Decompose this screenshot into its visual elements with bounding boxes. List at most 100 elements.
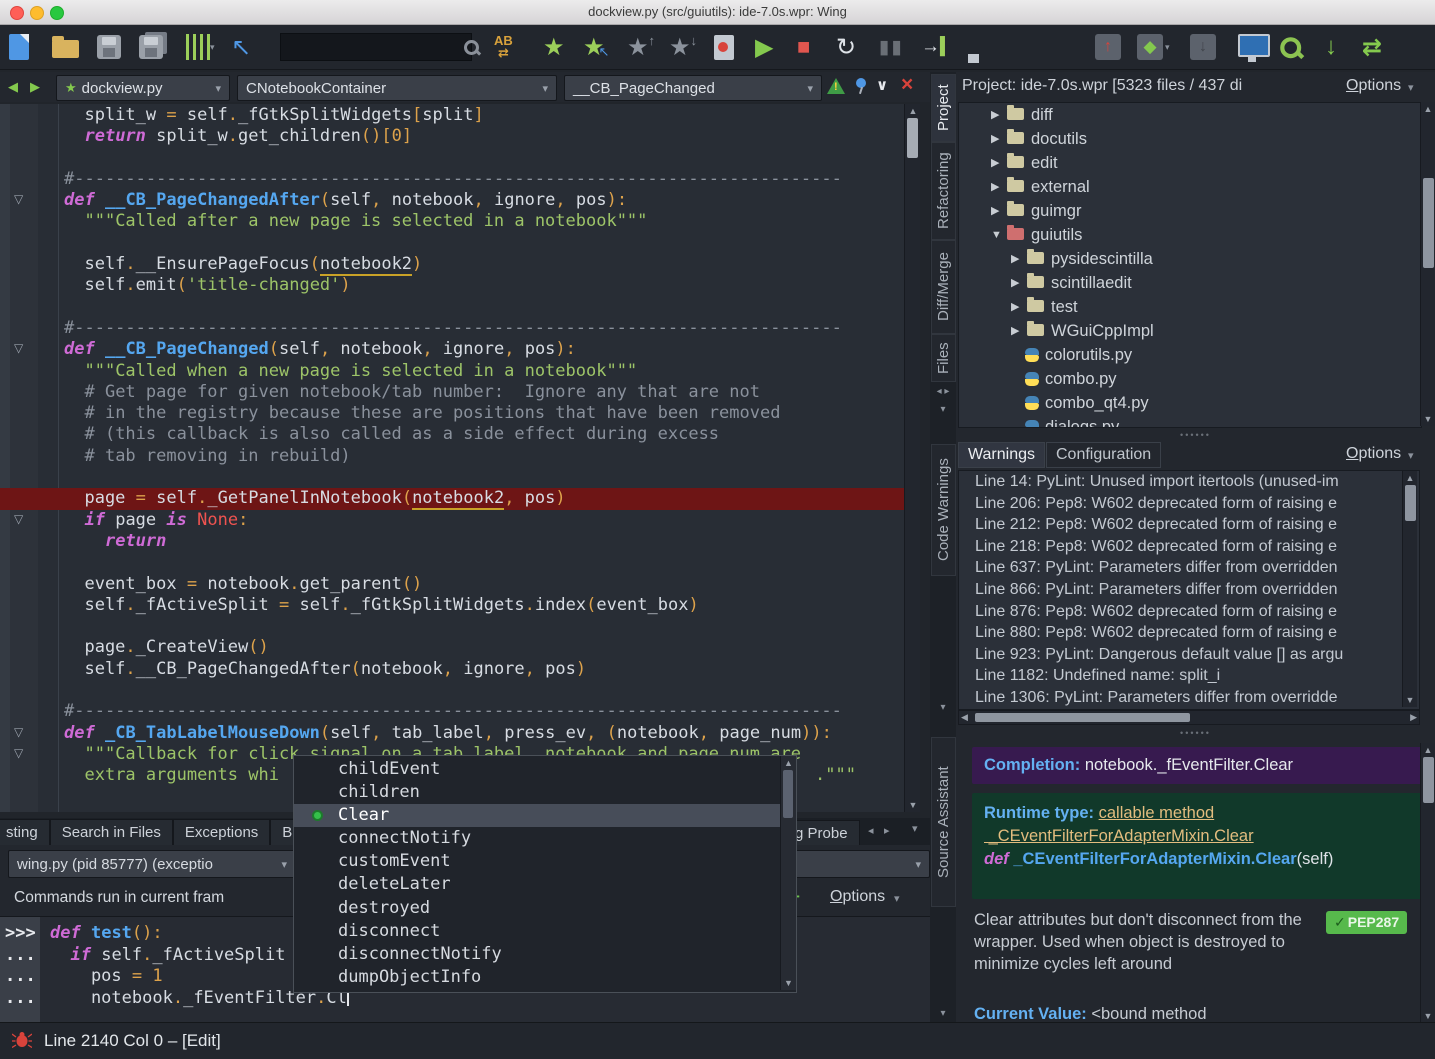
symbol-dropdown[interactable]: __CB_PageChanged ▾	[564, 75, 822, 101]
vtab-source-assistant[interactable]: Source Assistant	[931, 737, 956, 907]
run-icon[interactable]: ▶	[755, 25, 773, 69]
replace-icon[interactable]: AB⇄	[494, 25, 513, 69]
scroll-down-icon[interactable]: ▼	[1421, 414, 1435, 424]
tab-sting[interactable]: sting	[0, 819, 50, 846]
debug-record-icon[interactable]	[714, 25, 734, 69]
chevron-collapsed-icon[interactable]: ▶	[991, 103, 999, 127]
project-options-button[interactable]: Options	[1346, 77, 1401, 95]
chevron-collapsed-icon[interactable]: ▶	[1011, 319, 1019, 343]
assistant-vscrollbar[interactable]: ▲ ▼	[1420, 743, 1435, 1023]
chevron-collapsed-icon[interactable]: ▶	[991, 175, 999, 199]
stop-icon[interactable]: ■	[797, 25, 810, 69]
chevron-collapsed-icon[interactable]: ▶	[991, 151, 999, 175]
tree-item-guiutils[interactable]: ▼guiutils	[959, 223, 1421, 247]
scroll-thumb[interactable]	[783, 770, 793, 818]
vtab-code-warnings[interactable]: Code Warnings	[931, 444, 956, 576]
tree-item-pysidescintilla[interactable]: ▶pysidescintilla	[959, 247, 1421, 271]
warning-item[interactable]: Line 637: PyLint: Parameters differ from…	[959, 557, 1419, 579]
warnings-vscrollbar[interactable]: ▲ ▼	[1402, 471, 1417, 707]
warnings-indicator-icon[interactable]: !	[827, 78, 845, 94]
completion-item-customEvent[interactable]: customEvent	[294, 850, 780, 873]
warning-item[interactable]: Line 218: Pep8: W602 deprecated form of …	[959, 536, 1419, 558]
scroll-down-icon[interactable]: ▼	[905, 800, 920, 810]
chevron-collapsed-icon[interactable]: ▶	[991, 127, 999, 151]
scope-dropdown[interactable]: CNotebookContainer ▾	[237, 75, 557, 101]
tab-exceptions[interactable]: Exceptions	[173, 819, 270, 846]
nav-back-icon[interactable]: ◀	[8, 79, 18, 95]
chevron-collapsed-icon[interactable]: ▶	[991, 199, 999, 223]
new-file-icon[interactable]	[9, 25, 29, 69]
tree-item-edit[interactable]: ▶edit	[959, 151, 1421, 175]
tab-menu-icon[interactable]: ▾	[912, 822, 918, 835]
debug-process-dropdown[interactable]: wing.py (pid 85777) (exceptio ▾	[8, 850, 296, 878]
completion-item-childEvent[interactable]: childEvent	[294, 758, 780, 781]
warning-item[interactable]: Line 212: Pep8: W602 deprecated form of …	[959, 514, 1419, 536]
tab-menu-icon[interactable]: ▾	[930, 702, 956, 713]
fold-marker-icon[interactable]: ▽	[14, 341, 23, 355]
tree-item-colorutils.py[interactable]: colorutils.py	[959, 343, 1421, 367]
warning-item[interactable]: Line 14: PyLint: Unused import itertools…	[959, 471, 1419, 493]
tab-menu-icon[interactable]: ▾	[930, 404, 956, 415]
warning-item[interactable]: Line 866: PyLint: Parameters differ from…	[959, 579, 1419, 601]
step-into-icon[interactable]: →▍	[921, 25, 953, 69]
scroll-up-icon[interactable]: ▲	[1421, 745, 1435, 755]
scroll-up-icon[interactable]: ▲	[1403, 473, 1417, 483]
fold-marker-icon[interactable]: ▽	[14, 746, 23, 760]
popup-vscrollbar[interactable]: ▲ ▼	[780, 756, 796, 990]
tab-search-in-files[interactable]: Search in Files	[50, 819, 173, 846]
run-to-cursor-icon[interactable]: ◆▾	[1137, 25, 1170, 69]
pause-icon[interactable]: ▮▮	[879, 25, 904, 69]
scroll-thumb[interactable]	[1405, 485, 1416, 521]
warning-item[interactable]: Line 876: Pep8: W602 deprecated form of …	[959, 601, 1419, 623]
tree-item-combo_qt4.py[interactable]: combo_qt4.py	[959, 391, 1421, 415]
scroll-thumb[interactable]	[1423, 757, 1434, 803]
probe-options-button[interactable]: Options	[830, 888, 885, 906]
tree-item-guimgr[interactable]: ▶guimgr	[959, 199, 1421, 223]
open-folder-icon[interactable]	[52, 25, 79, 69]
tab-scroll-left-icon[interactable]: ◂ ▸	[930, 386, 956, 397]
nav-forward-icon[interactable]: ▶	[30, 79, 40, 95]
toolbar-search-input[interactable]	[280, 33, 472, 61]
completion-item-disconnect[interactable]: disconnect	[294, 920, 780, 943]
scroll-up-icon[interactable]: ▲	[1421, 104, 1435, 114]
bookmark-next-icon[interactable]: ★↓	[669, 25, 697, 69]
debug-console-icon[interactable]	[1238, 25, 1270, 69]
goto-icon[interactable]: ↓	[1325, 25, 1337, 69]
bookmark-prev-icon[interactable]: ★↑	[627, 25, 655, 69]
fold-marker-icon[interactable]: ▽	[14, 725, 23, 739]
vtab-project[interactable]: Project	[931, 74, 956, 142]
pin-icon[interactable]	[855, 78, 867, 94]
fold-marker-icon[interactable]: ▽	[14, 192, 23, 206]
chevron-collapsed-icon[interactable]: ▶	[1011, 247, 1019, 271]
code-editor[interactable]: ▽▽▽▽▽ split_w = self._fGtkSplitWidgets[s…	[0, 104, 920, 812]
completion-item-disconnectNotify[interactable]: disconnectNotify	[294, 943, 780, 966]
frame-up-icon[interactable]: ↑	[1095, 25, 1121, 69]
restart-icon[interactable]: ↻	[836, 25, 856, 69]
tree-item-dialogs.py[interactable]: dialogs.py	[959, 415, 1421, 428]
tree-item-external[interactable]: ▶external	[959, 175, 1421, 199]
chevron-collapsed-icon[interactable]: ▶	[1011, 271, 1019, 295]
scroll-down-icon[interactable]: ▼	[781, 978, 796, 988]
refresh-icon[interactable]: ⇄	[1362, 25, 1382, 69]
completion-item-connectNotify[interactable]: connectNotify	[294, 827, 780, 850]
tab-configuration[interactable]: Configuration	[1046, 442, 1161, 468]
editor-vscrollbar[interactable]: ▲ ▼	[904, 104, 920, 812]
select-mode-icon[interactable]: ↖	[231, 25, 251, 69]
chevron-expanded-icon[interactable]: ▼	[991, 223, 1002, 247]
completion-item-destroyed[interactable]: destroyed	[294, 897, 780, 920]
scroll-down-icon[interactable]: ▼	[1403, 695, 1417, 705]
tab-warnings[interactable]: Warnings	[958, 442, 1045, 468]
profiler-icon[interactable]: ▾	[186, 25, 215, 69]
tree-item-docutils[interactable]: ▶docutils	[959, 127, 1421, 151]
tree-item-scintillaedit[interactable]: ▶scintillaedit	[959, 271, 1421, 295]
bookmark-icon[interactable]: ★	[543, 25, 565, 69]
close-editor-icon[interactable]: ×	[901, 73, 913, 97]
tree-vscrollbar[interactable]: ▲ ▼	[1420, 102, 1435, 426]
tab-menu-icon[interactable]: ▾	[930, 1008, 956, 1019]
tab-scroll-right-icon[interactable]: ▸	[884, 824, 890, 837]
tree-item-combo.py[interactable]: combo.py	[959, 367, 1421, 391]
panel-splitter[interactable]: ••••••	[956, 430, 1435, 440]
scroll-left-icon[interactable]: ◀	[961, 712, 968, 723]
bookmark-select-icon[interactable]: ★↖	[583, 25, 609, 69]
vtab-diff-merge[interactable]: Diff/Merge	[931, 240, 956, 334]
